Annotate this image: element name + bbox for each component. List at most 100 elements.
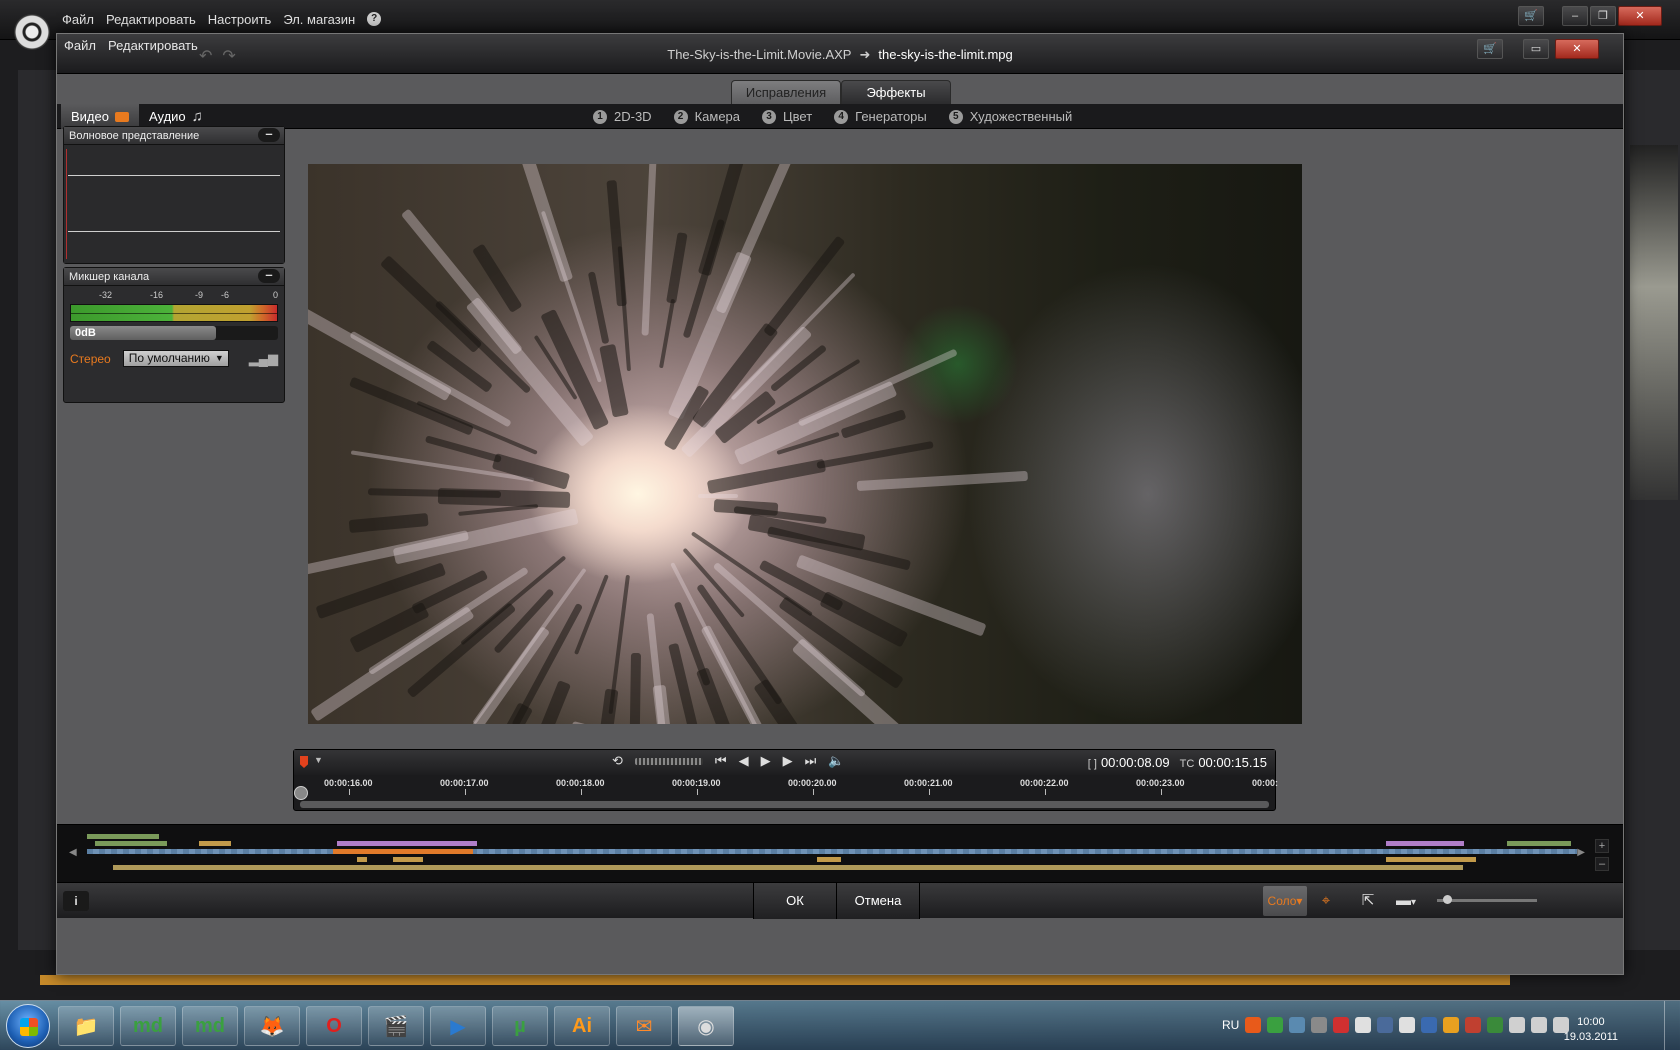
skip-to-start-icon[interactable]: ⏮: [715, 753, 727, 769]
volume-icon[interactable]: 🔈: [828, 753, 844, 769]
tray-app-icon[interactable]: [1421, 1017, 1438, 1033]
taskbar-studio-pro[interactable]: 🎬: [368, 1006, 424, 1046]
ruler-tick: [929, 789, 930, 795]
bg-menu-file[interactable]: Файл: [62, 12, 94, 27]
tab-effects[interactable]: Эффекты: [841, 80, 951, 104]
total-timecode: TC 00:00:15.15: [1180, 755, 1267, 770]
tray-app-icon[interactable]: [1267, 1017, 1284, 1033]
channel-select[interactable]: По умолчанию ▼: [122, 350, 229, 367]
equalizer-icon[interactable]: ▂▄▆: [249, 351, 278, 367]
info-icon[interactable]: i: [63, 891, 89, 911]
tab-corrections[interactable]: Исправления: [731, 80, 841, 104]
category-camera[interactable]: 2 Камера: [673, 104, 740, 129]
display-mode-glyph: ▬: [1395, 892, 1411, 909]
tray-app-icon[interactable]: [1399, 1017, 1416, 1033]
volume-slider[interactable]: 0dB: [70, 326, 278, 340]
close-button[interactable]: ✕: [1555, 39, 1599, 59]
volume-icon[interactable]: [1531, 1017, 1548, 1033]
waveform-display: [64, 145, 284, 263]
effect-categories: 1 2D-3D 2 Камера 3 Цвет 4 Генераторы 5 Художе…: [593, 104, 1072, 129]
shuttle-control[interactable]: [634, 757, 703, 765]
taskbar-illustrator[interactable]: Ai: [554, 1006, 610, 1046]
time-ruler[interactable]: 00:00:16.00 00:00:17.00 00:00:18.00 00:0…: [294, 775, 1278, 797]
taskbar-opera[interactable]: O: [306, 1006, 362, 1046]
category-generators[interactable]: 4 Генераторы: [834, 104, 927, 129]
category-color[interactable]: 3 Цвет: [762, 104, 812, 129]
taskbar-firefox[interactable]: 🦊: [244, 1006, 300, 1046]
cart-icon[interactable]: 🛒: [1477, 39, 1503, 59]
chevron-down-icon: ▼: [214, 353, 224, 363]
tray-app-icon[interactable]: [1245, 1017, 1262, 1033]
external-preview-icon[interactable]: ⇱: [1353, 890, 1383, 912]
loop-icon[interactable]: ⟲: [612, 753, 623, 769]
next-frame-icon[interactable]: ▶: [783, 753, 793, 769]
maximize-button[interactable]: ▭: [1523, 39, 1549, 59]
bg-menu-edit[interactable]: Редактировать: [106, 12, 196, 27]
video-blur-streak: [629, 652, 641, 724]
collapse-button[interactable]: –: [258, 268, 280, 283]
speaker-icon[interactable]: [1465, 1017, 1482, 1033]
tray-app-icon[interactable]: [1289, 1017, 1306, 1033]
tray-app-icon[interactable]: [1443, 1017, 1460, 1033]
restore-button[interactable]: ❐: [1590, 6, 1616, 26]
language-indicator[interactable]: RU: [1222, 1018, 1239, 1032]
taskbar-media-player[interactable]: ▶: [430, 1006, 486, 1046]
taskbar-pinnacle-studio[interactable]: ◉: [678, 1006, 734, 1046]
minimize-button[interactable]: –: [1562, 6, 1588, 26]
ruler-label: 00:00:18.00: [556, 778, 605, 788]
cart-icon[interactable]: 🛒: [1518, 6, 1544, 26]
show-desktop-button[interactable]: [1664, 1001, 1680, 1050]
tray-app-icon[interactable]: [1333, 1017, 1350, 1033]
category-label: Цвет: [783, 109, 813, 124]
bg-menu-store[interactable]: Эл. магазин: [283, 12, 355, 27]
start-button[interactable]: [6, 1004, 50, 1048]
scroll-right-icon[interactable]: ▶: [1577, 847, 1585, 858]
overview-clip: [337, 841, 477, 846]
previous-frame-icon[interactable]: ◀: [739, 753, 749, 769]
play-icon[interactable]: ▶: [761, 753, 771, 769]
tray-app-icon[interactable]: [1355, 1017, 1372, 1033]
display-mode-icon[interactable]: ▬▾: [1391, 890, 1421, 912]
taskbar-clock[interactable]: 10:00 19.03.2011: [1564, 1015, 1618, 1045]
scale-label: -6: [221, 290, 230, 300]
tray-app-icon[interactable]: [1509, 1017, 1526, 1033]
waveform-channel-line: [68, 231, 280, 232]
help-icon[interactable]: ?: [367, 12, 382, 26]
scale-label: 0: [273, 290, 279, 300]
skip-to-end-icon[interactable]: ⏭: [805, 753, 817, 769]
taskbar-explorer[interactable]: 📁: [58, 1006, 114, 1046]
close-button[interactable]: ✕: [1618, 6, 1662, 26]
zoom-in-icon[interactable]: +: [1595, 839, 1609, 853]
solo-button[interactable]: Соло▾: [1263, 886, 1307, 916]
taskbar-mail[interactable]: ✉: [616, 1006, 672, 1046]
scroll-left-icon[interactable]: ◀: [69, 847, 77, 858]
cancel-button[interactable]: Отмена: [836, 883, 920, 919]
timeline-overview[interactable]: ◀ ▶ + –: [57, 824, 1623, 882]
background-left-panel: [18, 70, 58, 950]
zoom-slider[interactable]: [1437, 895, 1537, 904]
marker-icon[interactable]: [300, 756, 308, 768]
bg-menu-settings[interactable]: Настроить: [208, 12, 272, 27]
taskbar-md-2[interactable]: md: [182, 1006, 238, 1046]
category-artistic[interactable]: 5 Художественный: [948, 104, 1072, 129]
system-tray: RU: [1222, 1017, 1570, 1033]
video-blur-streak: [349, 376, 475, 436]
playhead-handle[interactable]: [294, 786, 308, 800]
background-preview-strip: [1630, 145, 1678, 500]
zoom-slider-handle[interactable]: [1443, 895, 1452, 904]
tray-app-icon[interactable]: [1311, 1017, 1328, 1033]
scrub-bar[interactable]: [300, 801, 1269, 808]
collapse-button[interactable]: –: [258, 127, 280, 142]
ok-button[interactable]: ОК: [753, 883, 837, 919]
target-icon[interactable]: ⌖: [1311, 890, 1341, 912]
zoom-out-icon[interactable]: –: [1595, 857, 1609, 871]
video-blur-streak: [856, 470, 1028, 491]
tray-app-icon[interactable]: [1377, 1017, 1394, 1033]
app-logo-icon[interactable]: [14, 14, 50, 50]
taskbar-md-1[interactable]: md: [120, 1006, 176, 1046]
tray-app-icon[interactable]: [1487, 1017, 1504, 1033]
volume-level: 0dB: [70, 326, 216, 340]
taskbar-utorrent[interactable]: µ: [492, 1006, 548, 1046]
chevron-down-icon[interactable]: ▼: [314, 755, 323, 765]
category-2d-3d[interactable]: 1 2D-3D: [593, 104, 652, 129]
